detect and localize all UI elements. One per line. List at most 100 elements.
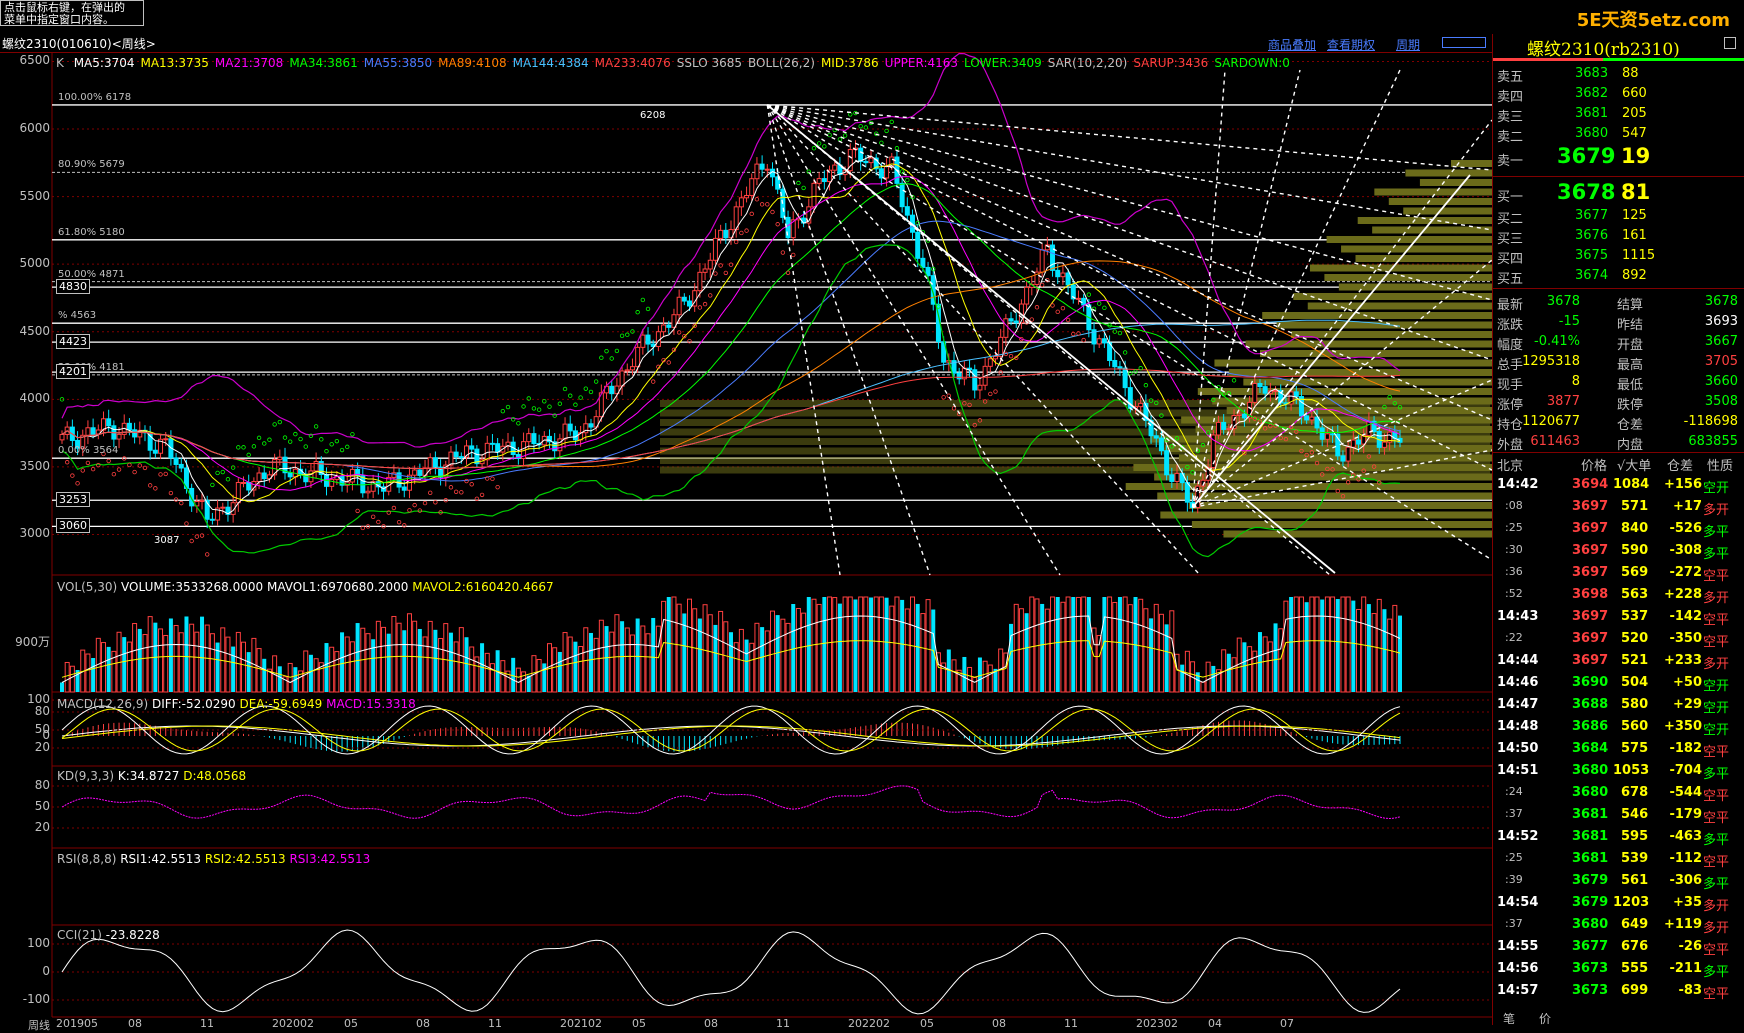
rsi-3: RSI3:42.5513 [289,852,371,866]
trade-row: :36 3697 569 -272 空平 [1493,562,1744,584]
trade-volume: 563 [1621,587,1649,602]
ma-item: UPPER:4163 [884,56,959,70]
trade-volume: 561 [1621,873,1649,888]
sar-dot [531,406,537,411]
sar-dot [433,500,438,505]
candle-body [1257,382,1263,388]
volume-bar [614,614,620,693]
stat-label: 内盘 [1617,438,1644,453]
candle-body [1158,437,1164,452]
sar-dot [277,419,283,425]
volume-bar [1242,642,1247,692]
volume-bar [567,636,573,693]
sar-dot [573,402,578,407]
sar-dot [811,146,817,151]
sar-dot [293,431,298,437]
candle-body [417,469,423,476]
x-tick: 11 [200,1017,214,1030]
sar-dot [1122,350,1128,355]
volume-bar [1387,618,1393,693]
candle-body [1055,269,1061,278]
volume-bar [562,632,568,693]
price-tick: 4500 [19,323,50,338]
volume-bar [69,665,75,693]
volume-bar [194,631,200,693]
sar-dot [80,468,85,473]
rsi-2: RSI2:42.5513 [204,852,286,866]
volume-bar [1351,600,1356,692]
vol-mavol1: MAVOL1:6970680.2000 [266,580,409,594]
volume-bar [1164,624,1169,692]
volume-bar [536,658,542,693]
volume-bar [713,624,718,692]
ma-item: MA34:3861 [289,56,358,70]
volume-bar [1231,657,1237,693]
volume-bar [1055,597,1060,692]
ma-item: MA21:3708 [214,56,284,70]
sar-dot [775,222,780,227]
bid-label: 买一 [1497,190,1524,205]
candle-body [609,385,615,395]
kline-chart[interactable] [0,0,1492,1025]
volume-bar [588,632,593,692]
volume-bar [122,637,127,692]
kd-k: K:34.8727 [117,769,180,783]
sar-dot [267,437,272,442]
candle-body [1065,272,1071,286]
volume-bar [1024,613,1029,692]
stat-value: 3667 [1704,334,1738,349]
candle-body [313,461,319,472]
volume-bar [189,623,195,693]
trade-volume: 840 [1621,521,1649,536]
volume-bar [1200,681,1206,693]
panel-close-icon[interactable] [1724,37,1736,49]
volume-bar [64,661,70,693]
volume-bar [702,604,708,693]
x-tick: 08 [128,1017,142,1030]
volume-bar [1226,653,1231,692]
sar-dot [759,202,765,207]
volume-bar [1211,665,1216,692]
volume-bar [1009,623,1014,692]
bid-volume: 1115 [1622,248,1656,263]
low-price-label: 3087 [154,535,180,546]
candle-body [1241,413,1247,419]
candle-body [681,296,687,302]
sar-dot [64,460,70,465]
trade-price: 3673 [1572,983,1609,998]
trade-nature: 空平 [1703,855,1730,870]
volume-bar [256,648,262,693]
sar-dot [313,424,319,429]
trade-time: :39 [1505,873,1523,886]
ma-item: MA233:4076 [594,56,671,70]
volume-bar [1398,615,1402,692]
tab-price[interactable]: 价 [1539,1010,1551,1027]
candle-body [189,487,195,507]
volume-bar [469,646,475,693]
trade-row: 14:44 3697 521 +233 多开 [1493,650,1744,672]
volume-bar [1018,608,1024,693]
trade-oi-change: +233 [1663,653,1702,668]
trade-nature: 多开 [1703,921,1730,936]
sar-dot [894,146,900,151]
x-tick: 202002 [272,1017,314,1030]
volume-bar [915,603,920,692]
sar-dot [495,484,500,490]
trade-time: :37 [1505,917,1523,930]
sar-dot [858,124,863,129]
candle-body [1324,433,1330,440]
candle-body [972,369,978,391]
volume-profile-bar [1191,521,1492,528]
tab-trades[interactable]: 笔 [1503,1010,1515,1027]
cci-header: CCI(21) -23.8228 [57,928,160,942]
bid-label: 买四 [1497,252,1524,267]
sar-dot [453,489,459,494]
stat-row: 外盘 611463 内盘 683855 [1493,432,1744,453]
volume-bar [723,621,729,693]
sar-dot [1008,353,1014,359]
volume-bar [1143,608,1149,693]
volume-bar [1075,596,1081,693]
bid-price: 3677 [1575,208,1609,223]
rsi-title: RSI(8,8,8) [57,852,117,866]
candle-body [448,451,454,466]
